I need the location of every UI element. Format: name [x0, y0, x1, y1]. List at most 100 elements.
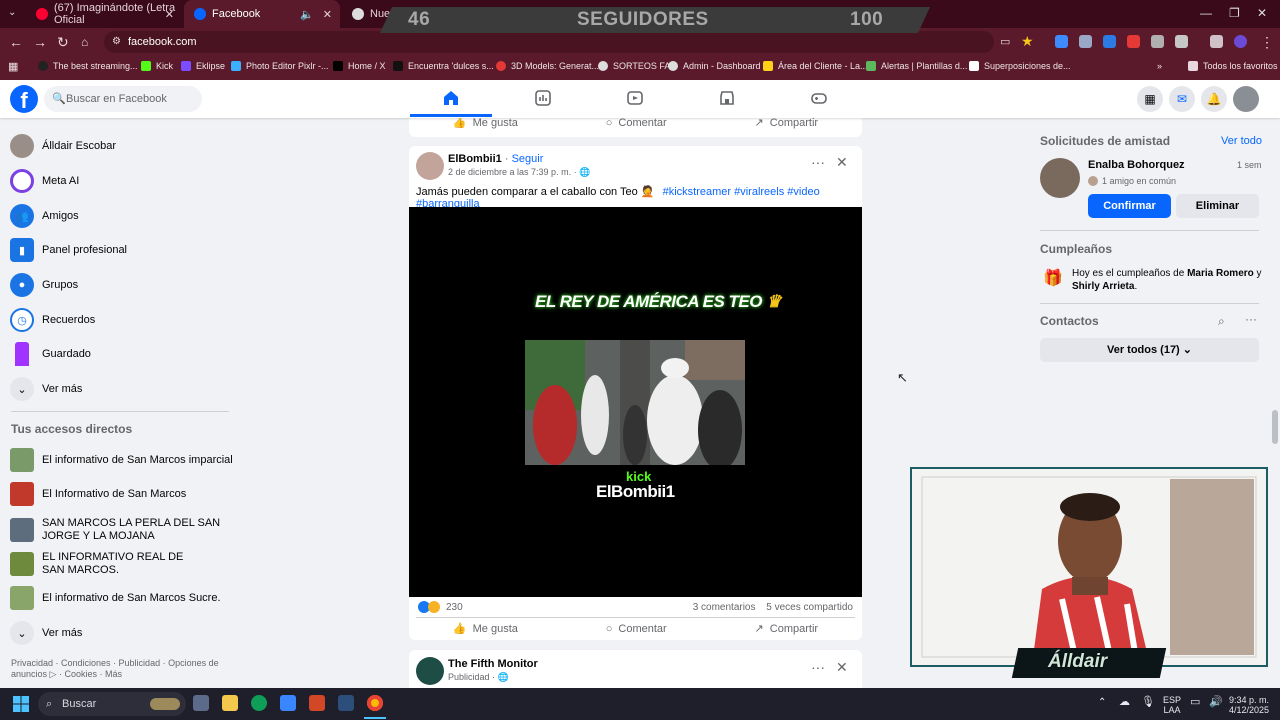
extension-shield-icon[interactable]	[1079, 35, 1092, 48]
volume-icon[interactable]: 🔊	[1209, 697, 1223, 708]
home-nav-icon[interactable]	[443, 90, 459, 106]
bookmark-item[interactable]: The best streaming...	[38, 61, 138, 71]
bookmark-item[interactable]: Alertas | Plantillas d...	[866, 61, 967, 71]
shortcuts-see-more[interactable]: ⌄ Ver más	[10, 619, 82, 647]
extension-icon[interactable]	[1055, 35, 1068, 48]
url-field[interactable]: ⚙ facebook.com	[104, 31, 994, 53]
extension-icon[interactable]	[1151, 35, 1164, 48]
post-author[interactable]: ElBombii1	[448, 153, 502, 165]
menu-kebab-icon[interactable]: ⋮	[1260, 34, 1274, 51]
share-button[interactable]: ↗ Compartir	[755, 622, 819, 636]
close-icon[interactable]: ✕	[323, 8, 332, 21]
powerpoint-icon[interactable]	[309, 695, 325, 711]
post-author[interactable]: The Fifth Monitor	[448, 658, 538, 670]
gaming-nav-icon[interactable]	[811, 90, 827, 106]
reload-icon[interactable]: ↻	[57, 34, 69, 51]
shortcut-item[interactable]: EL INFORMATIVO REAL DE SAN MARCOS.	[10, 549, 202, 579]
post-author-avatar[interactable]	[416, 152, 444, 180]
sidebar-item-groups[interactable]: ● Grupos	[10, 271, 78, 299]
footer-links[interactable]: Privacidad · Condiciones · Publicidad · …	[11, 658, 221, 680]
microphone-icon[interactable]: 🎙	[1141, 697, 1155, 708]
bookmark-item[interactable]: 3D Models: Generat...	[496, 61, 599, 71]
post-author-avatar[interactable]	[416, 657, 444, 685]
onedrive-cloud-icon[interactable]: ☁	[1119, 697, 1130, 708]
minimize-icon[interactable]: —	[1200, 6, 1212, 20]
sidebar-item-saved[interactable]: Guardado	[10, 340, 91, 368]
close-post-icon[interactable]: ✕	[836, 154, 848, 171]
bookmark-item[interactable]: Eklipse	[181, 61, 225, 71]
extension-icon[interactable]	[1103, 35, 1116, 48]
marketplace-nav-icon[interactable]	[719, 90, 735, 106]
menu-grid-button[interactable]: ▦	[1137, 86, 1163, 112]
tab-facebook[interactable]: Facebook 🔈 ✕	[184, 0, 340, 28]
comment-button[interactable]: ○ Comentar	[606, 622, 667, 635]
chrome-icon[interactable]	[367, 695, 383, 711]
account-avatar[interactable]	[1233, 86, 1259, 112]
messenger-button[interactable]: ✉	[1169, 86, 1195, 112]
home-icon[interactable]: ⌂	[81, 35, 88, 49]
confirm-button[interactable]: Confirmar	[1088, 194, 1171, 218]
network-icon[interactable]: ▭	[1190, 697, 1200, 708]
forward-icon[interactable]: →	[33, 34, 47, 50]
sidebar-item-profile[interactable]: Álldair Escobar	[10, 132, 116, 160]
bookmark-star-icon[interactable]: ★	[1021, 33, 1034, 50]
post-video[interactable]: EL REY DE AMÉRICA ES TEO ♛ kick ElBombii…	[409, 207, 862, 597]
bookmark-item[interactable]: Kick	[141, 61, 173, 71]
bookmark-item[interactable]: Home / X	[333, 61, 386, 71]
dashboard-nav-icon[interactable]	[535, 90, 551, 106]
language-indicator[interactable]: ESP LAA	[1160, 695, 1184, 715]
shortcut-item[interactable]: El informativo de San Marcos imparcial	[10, 446, 233, 474]
adblock-icon[interactable]	[1127, 35, 1140, 48]
friend-request-name[interactable]: Enalba Bohorquez	[1088, 159, 1185, 171]
apps-grid-icon[interactable]: ▦	[8, 60, 18, 73]
follow-link[interactable]: Seguir	[512, 153, 544, 165]
bookmark-item[interactable]: Encuentra 'dulces s...	[393, 61, 494, 71]
maximize-icon[interactable]: ❐	[1229, 6, 1240, 20]
site-info-icon[interactable]: ⚙	[112, 31, 121, 53]
cast-icon[interactable]: ▭	[1000, 35, 1010, 48]
contacts-see-all-button[interactable]: Ver todos (17) ⌄	[1040, 338, 1259, 362]
bookmark-item[interactable]: Superposiciones de...	[969, 61, 1071, 71]
bookmark-item[interactable]: Área del Cliente - La...	[763, 61, 868, 71]
bookmark-item[interactable]: Photo Editor Pixlr -...	[231, 61, 329, 71]
sidebar-item-professional-dashboard[interactable]: ▮ Panel profesional	[10, 236, 127, 264]
shortcut-item[interactable]: El informativo de San Marcos Sucre.	[10, 584, 221, 612]
tab-search-icon[interactable]: ⌄	[8, 7, 16, 18]
extensions-puzzle-icon[interactable]	[1175, 35, 1188, 48]
speaker-icon[interactable]: 🔈	[300, 8, 314, 21]
reaction-summary[interactable]: 230	[418, 601, 463, 613]
taskbar-search[interactable]: ⌕ Buscar	[38, 692, 186, 716]
sidebar-see-more[interactable]: ⌄ Ver más	[10, 375, 82, 403]
profile-icon[interactable]	[1234, 35, 1247, 48]
more-options-icon[interactable]: ···	[1245, 312, 1257, 326]
share-count[interactable]: 5 veces compartido	[766, 602, 853, 613]
page-scrollbar[interactable]	[1269, 80, 1280, 688]
friend-requests-see-all[interactable]: Ver todo	[1221, 135, 1262, 147]
sidebar-item-memories[interactable]: ◷ Recuerdos	[10, 306, 95, 334]
search-icon[interactable]: ⌕	[1218, 314, 1225, 329]
more-options-icon[interactable]: ···	[811, 154, 825, 170]
shortcut-item[interactable]: SAN MARCOS LA PERLA DEL SAN JORGE Y LA M…	[10, 515, 232, 545]
tab-youtube[interactable]: (67) Imaginándote (Letra Oficial ✕	[26, 0, 182, 28]
bookmarks-overflow-icon[interactable]: »	[1157, 61, 1162, 71]
edge-icon[interactable]	[251, 695, 267, 711]
video-nav-icon[interactable]	[627, 90, 643, 106]
bookmark-item[interactable]: Admin - Dashboard	[668, 61, 761, 71]
tab-new[interactable]: Nue	[342, 0, 390, 28]
friend-request-avatar[interactable]	[1040, 158, 1080, 198]
store-icon[interactable]	[280, 695, 296, 711]
reading-list-icon[interactable]	[1210, 35, 1223, 48]
comment-count[interactable]: 3 comentarios	[693, 602, 756, 613]
bookmark-item[interactable]: SORTEOS FA	[598, 61, 670, 71]
all-bookmarks-folder[interactable]: Todos los favoritos	[1188, 61, 1278, 71]
file-explorer-icon[interactable]	[222, 695, 238, 711]
scrollbar-thumb[interactable]	[1272, 410, 1278, 444]
notifications-button[interactable]: 🔔	[1201, 86, 1227, 112]
sidebar-item-meta-ai[interactable]: Meta AI	[10, 167, 79, 195]
windows-start-icon[interactable]	[13, 696, 29, 712]
search-input[interactable]: 🔍 Buscar en Facebook	[44, 86, 202, 112]
close-icon[interactable]: ✕	[165, 8, 174, 21]
shortcut-item[interactable]: El Informativo de San Marcos	[10, 480, 186, 508]
post-date[interactable]: 2 de diciembre a las 7:39 p. m. ·	[448, 167, 577, 177]
task-view-icon[interactable]	[193, 695, 209, 711]
